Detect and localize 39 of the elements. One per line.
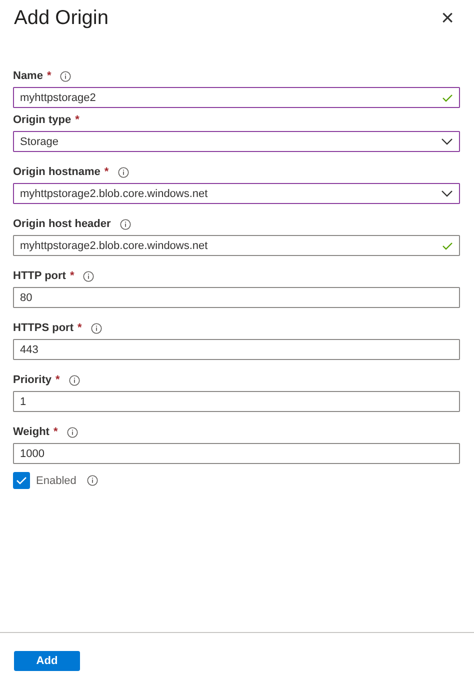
input-field[interactable]: myhttpstorage2.blob.core.windows.net [13, 235, 460, 256]
chevron-down-icon [441, 190, 453, 198]
required-mark: * [56, 374, 60, 386]
info-icon[interactable] [120, 218, 131, 230]
required-mark: * [70, 270, 74, 282]
input-field[interactable]: 1 [13, 391, 460, 412]
input-field[interactable]: 80 [13, 287, 460, 308]
required-mark: * [104, 166, 109, 178]
field-label: Priority [13, 374, 52, 386]
input-field[interactable]: myhttpstorage2 [13, 87, 460, 108]
required-mark: * [46, 70, 52, 82]
field-label: Origin host header [13, 218, 111, 230]
field-label: HTTPS port [13, 322, 74, 334]
info-icon[interactable] [90, 322, 102, 334]
input-field[interactable]: 443 [13, 339, 460, 360]
checkmark-icon [16, 476, 27, 485]
add-button[interactable]: Add [14, 651, 80, 671]
required-mark: * [78, 322, 82, 334]
info-icon[interactable] [60, 70, 72, 82]
input-field[interactable]: 1000 [13, 443, 460, 464]
field-label: Name [13, 70, 43, 82]
info-icon[interactable] [118, 166, 129, 178]
field-label: Origin type [13, 114, 72, 126]
chevron-down-icon [441, 138, 453, 146]
info-icon[interactable] [87, 475, 98, 486]
field-label: Origin hostname [13, 166, 100, 178]
dropdown-field[interactable]: Storage [13, 131, 460, 152]
checkbox[interactable] [13, 472, 30, 489]
dropdown-field[interactable]: myhttpstorage2.blob.core.windows.net [13, 183, 460, 204]
panel-title: Add Origin [14, 6, 108, 30]
field-label: HTTP port [13, 270, 66, 282]
info-icon[interactable] [68, 374, 80, 386]
required-mark: * [75, 114, 80, 126]
required-mark: * [53, 426, 58, 438]
info-icon[interactable] [66, 426, 78, 438]
info-icon[interactable] [83, 270, 94, 282]
checkbox-label: Enabled [36, 474, 76, 486]
field-label: Weight [13, 426, 50, 438]
close-button[interactable]: × [435, 5, 460, 31]
